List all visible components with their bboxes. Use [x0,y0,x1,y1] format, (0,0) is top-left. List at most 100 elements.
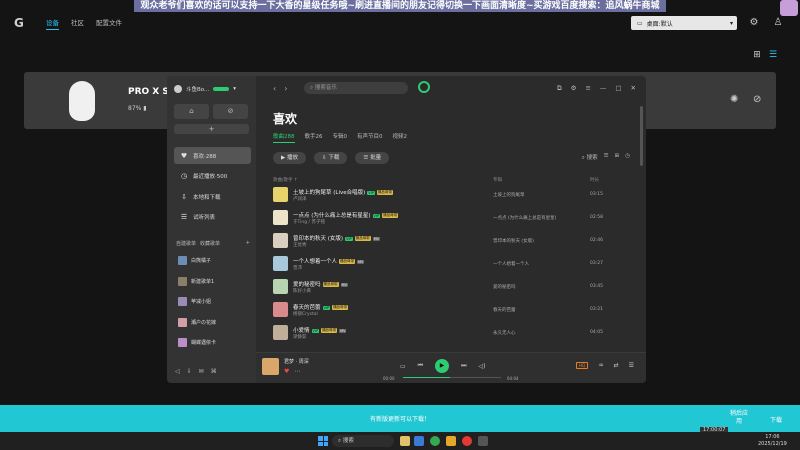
minimize-icon[interactable]: — [600,84,607,93]
folder-icon[interactable] [446,436,456,446]
song-artist[interactable]: 曾沛 [293,265,302,271]
quality-badge[interactable]: HQ [576,362,589,369]
add-button[interactable]: + [174,124,249,134]
game-mode-icon[interactable]: ⊘ [753,94,761,105]
next-icon[interactable]: ⏭ [461,362,466,370]
sidebar-item-recent[interactable]: ◷ 最近播放·500 [174,167,251,184]
taskbar-app-icon[interactable] [414,436,424,446]
song-album[interactable]: 一点点 (为什么痛上总是有星星) [493,215,556,221]
chrome-icon[interactable] [430,436,440,446]
playlist-item[interactable]: 新建歌单1 [178,277,214,286]
more-icon[interactable]: ⋯ [294,368,300,375]
message-icon[interactable]: ✉ [199,368,204,375]
song-album[interactable]: 一个人想着一个人 [493,261,529,267]
table-row[interactable]: 土坡上的狗尾草 (Live合唱版) VIP 臻品母带 卢润泽 土坡上的狗尾草 03:… [273,184,633,207]
play-button[interactable]: ▶ [435,359,450,373]
list-search-button[interactable]: ⌕ 搜索 [582,153,598,162]
sidebar-item-liked[interactable]: ♥ 喜欢·288 [174,147,251,164]
playlist-icon[interactable]: ☰ [629,362,634,369]
tab-albums[interactable]: 专辑0 [333,132,348,143]
user-info[interactable]: 斗鱼Bo... ▾ [174,85,236,93]
table-row[interactable]: 一点点 (为什么痛上总是有星星) VIP 臻品母带 于Ting / 苏子铭 一点点 … [273,207,633,230]
song-artist[interactable]: 于Ting / 苏子铭 [293,219,325,225]
menu-icon[interactable]: ≡ [585,84,590,93]
song-album[interactable]: 曾印本的秋天 (女版) [493,238,534,244]
back-icon[interactable]: ◁ [175,368,180,375]
search-input[interactable]: ⌕ 搜索音乐 [304,82,408,94]
batch-button[interactable]: ☰ 批量 [355,152,390,164]
windows-start-icon[interactable] [318,436,328,446]
table-row[interactable]: 小爱情 VIP 臻品母带 MV 梁静茹 永久无人心 04:05 [273,322,633,345]
app-logo-icon[interactable] [418,81,430,93]
forward-arrow-icon[interactable]: › [284,84,295,93]
table-row[interactable]: 爱的秘密吗 臻品母带 MV 陈好小黄 爱的秘密吗 03:45 [273,276,633,299]
settings-icon[interactable]: ⚙ [571,84,577,93]
previous-icon[interactable]: ⏮ [418,362,423,370]
update-now-button[interactable]: 下载 [770,415,782,424]
nav-devices[interactable]: 设备 [46,17,59,30]
table-row[interactable]: 春天的芭蕾 VIP 臻品母带 杨丽Crystal 春天的芭蕾 03:21 [273,299,633,322]
list-view-icon[interactable]: ☰ [767,49,779,61]
tab-songs[interactable]: 歌曲288 [273,132,295,143]
game-icon[interactable]: ⌘ [211,368,217,375]
nav-profiles[interactable]: 配置文件 [96,17,122,30]
now-playing-title[interactable]: 君梦 · 周深 [284,358,309,365]
table-row[interactable]: 曾印本的秋天 (女版) VIP 臻品母带 MV 王优秀 曾印本的秋天 (女版) 02:… [273,230,633,253]
download-button[interactable]: ⇩ 下载 [314,152,348,164]
sidebar-item-trial[interactable]: ☰ 试听列表 [174,208,251,225]
nav-community[interactable]: 社区 [71,17,84,30]
loop-icon[interactable]: ⇄ [614,362,619,369]
home-icon[interactable]: ⌂ [174,104,209,119]
tab-created-playlists[interactable]: 自建歌单 [176,240,196,247]
mini-mode-icon[interactable]: ⧉ [557,84,562,93]
table-row[interactable]: 一个人想着一个人 臻品母带 MV 曾沛 一个人想着一个人 03:27 [273,253,633,276]
scrollbar[interactable] [640,106,643,166]
song-artist[interactable]: 杨丽Crystal [293,311,318,317]
close-icon[interactable]: ✕ [631,84,636,93]
netease-music-icon[interactable] [462,436,472,446]
grid-view-icon[interactable]: ⊞ [751,49,763,61]
tab-collected-playlists[interactable]: 收藏歌单 [200,240,220,247]
lighting-icon[interactable]: ✺ [730,94,738,105]
download-icon[interactable]: ⇩ [187,368,192,375]
heart-icon[interactable]: ♥ [284,368,289,375]
taskbar-app-icon[interactable] [400,436,410,446]
gear-icon[interactable]: ⚙ [748,17,760,29]
profile-select[interactable]: ▭ 桌面:默认 ▾ [631,16,737,30]
taskbar-search[interactable]: ⌕ 搜索 [332,435,394,447]
list-view-icon[interactable]: ☰ [604,153,609,162]
song-artist[interactable]: 卢润泽 [293,196,307,202]
effects-icon[interactable]: ♒ [598,362,603,369]
playlist-item[interactable]: 苹减小姐 [178,297,211,306]
lyrics-icon[interactable]: ▭ [400,363,406,370]
song-album[interactable]: 爱的秘密吗 [493,284,516,290]
song-artist[interactable]: 陈好小黄 [293,288,311,294]
ghub-taskbar-icon[interactable] [478,436,488,446]
tab-audio-programs[interactable]: 有声节目0 [357,132,383,143]
compass-icon[interactable]: ⊘ [213,104,248,119]
maximize-icon[interactable]: □ [615,84,621,93]
add-playlist-button[interactable]: + [246,240,250,247]
column-duration[interactable]: 时长 [590,177,599,183]
back-arrow-icon[interactable]: ‹ [273,84,284,93]
update-later-button[interactable]: 稍后应用 [728,410,750,426]
song-artist[interactable]: 梁静茹 [293,334,307,340]
sidebar-item-local[interactable]: ⇩ 本地和下载 [174,188,251,205]
song-album[interactable]: 土坡上的狗尾草 [493,192,525,198]
tab-artists[interactable]: 歌手26 [305,132,323,143]
play-all-button[interactable]: ▶ 播放 [273,152,306,164]
song-album[interactable]: 春天的芭蕾 [493,307,516,313]
user-icon[interactable]: ♙ [772,17,784,29]
song-album[interactable]: 永久无人心 [493,330,516,336]
progress-bar[interactable] [403,377,501,378]
column-song[interactable]: 歌曲/歌手 ↑ [273,177,298,183]
grid-view-icon[interactable]: ⊞ [615,153,620,162]
song-artist[interactable]: 王优秀 [293,242,307,248]
volume-icon[interactable]: ◁) [478,363,485,370]
playlist-item[interactable]: 瀬户の花嫁 [178,318,216,327]
tab-videos[interactable]: 视频2 [393,132,408,143]
playlist-item[interactable]: 蝴蝶遇依卡 [178,338,216,347]
now-playing-cover[interactable] [262,358,279,375]
column-album[interactable]: 专辑 [493,177,502,183]
history-icon[interactable]: ◷ [625,153,630,162]
